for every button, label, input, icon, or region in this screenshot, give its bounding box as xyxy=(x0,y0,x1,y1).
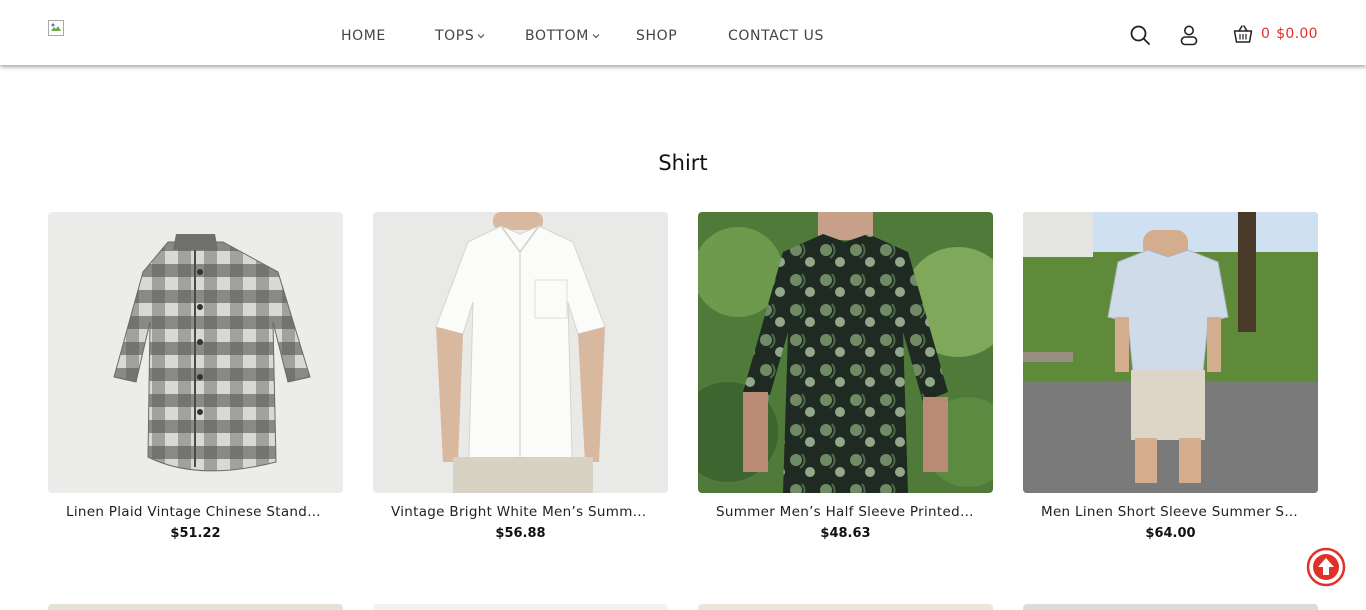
product-image[interactable] xyxy=(1023,212,1318,493)
cart-count: 0 xyxy=(1261,26,1271,42)
nav-shop-label: SHOP xyxy=(636,28,678,44)
nav-tops[interactable]: TOPS xyxy=(435,28,486,44)
nav-shop[interactable]: SHOP xyxy=(636,28,677,44)
nav-contact-label: CONTACT US xyxy=(728,28,824,44)
product-name[interactable]: Summer Men’s Half Sleeve Printed Shirt xyxy=(698,504,993,520)
product-card[interactable]: Summer Men’s Half Sleeve Printed Shirt $… xyxy=(698,212,993,541)
search-icon[interactable] xyxy=(1129,24,1151,46)
product-name[interactable]: Linen Plaid Vintage Chinese Stand Collar… xyxy=(48,504,343,520)
section-title: Shirt xyxy=(658,151,708,175)
chevron-down-icon xyxy=(592,34,600,39)
product-card[interactable]: Men Linen Short Sleeve Summer Stand Coll… xyxy=(1023,212,1318,541)
product-name[interactable]: Men Linen Short Sleeve Summer Stand Coll… xyxy=(1023,504,1318,520)
product-image[interactable] xyxy=(48,212,343,493)
nav-home[interactable]: HOME xyxy=(341,28,386,44)
nav-contact[interactable]: CONTACT US xyxy=(728,28,824,44)
basket-icon xyxy=(1233,25,1253,43)
chevron-down-icon xyxy=(477,34,485,39)
product-price: $56.88 xyxy=(495,526,546,541)
product-price: $48.63 xyxy=(820,526,871,541)
site-header: HOME TOPS BOTTOM SHOP CONTACT US 0 $0.00 xyxy=(0,0,1366,65)
product-card[interactable]: Linen Plaid Vintage Chinese Stand Collar… xyxy=(48,212,343,541)
nav-home-label: HOME xyxy=(341,28,386,44)
product-price: $64.00 xyxy=(1145,526,1196,541)
product-card-partial[interactable] xyxy=(1023,604,1318,610)
product-price: $51.22 xyxy=(170,526,221,541)
site-logo[interactable] xyxy=(48,20,64,36)
nav-bottom[interactable]: BOTTOM xyxy=(525,28,601,44)
product-card-partial[interactable] xyxy=(48,604,343,610)
product-image[interactable] xyxy=(698,212,993,493)
product-card-partial[interactable] xyxy=(698,604,993,610)
cart-button[interactable]: 0 $0.00 xyxy=(1233,24,1318,44)
back-to-top-button[interactable] xyxy=(1306,547,1346,587)
product-image[interactable] xyxy=(373,212,668,493)
nav-tops-label: TOPS xyxy=(435,28,475,44)
product-card[interactable]: Vintage Bright White Men’s Summer Shirt … xyxy=(373,212,668,541)
broken-image-icon xyxy=(48,20,64,36)
cart-total: $0.00 xyxy=(1276,26,1318,42)
product-name[interactable]: Vintage Bright White Men’s Summer Shirt xyxy=(373,504,668,520)
user-icon[interactable] xyxy=(1178,24,1200,46)
nav-bottom-label: BOTTOM xyxy=(525,28,589,44)
product-card-partial[interactable] xyxy=(373,604,668,610)
